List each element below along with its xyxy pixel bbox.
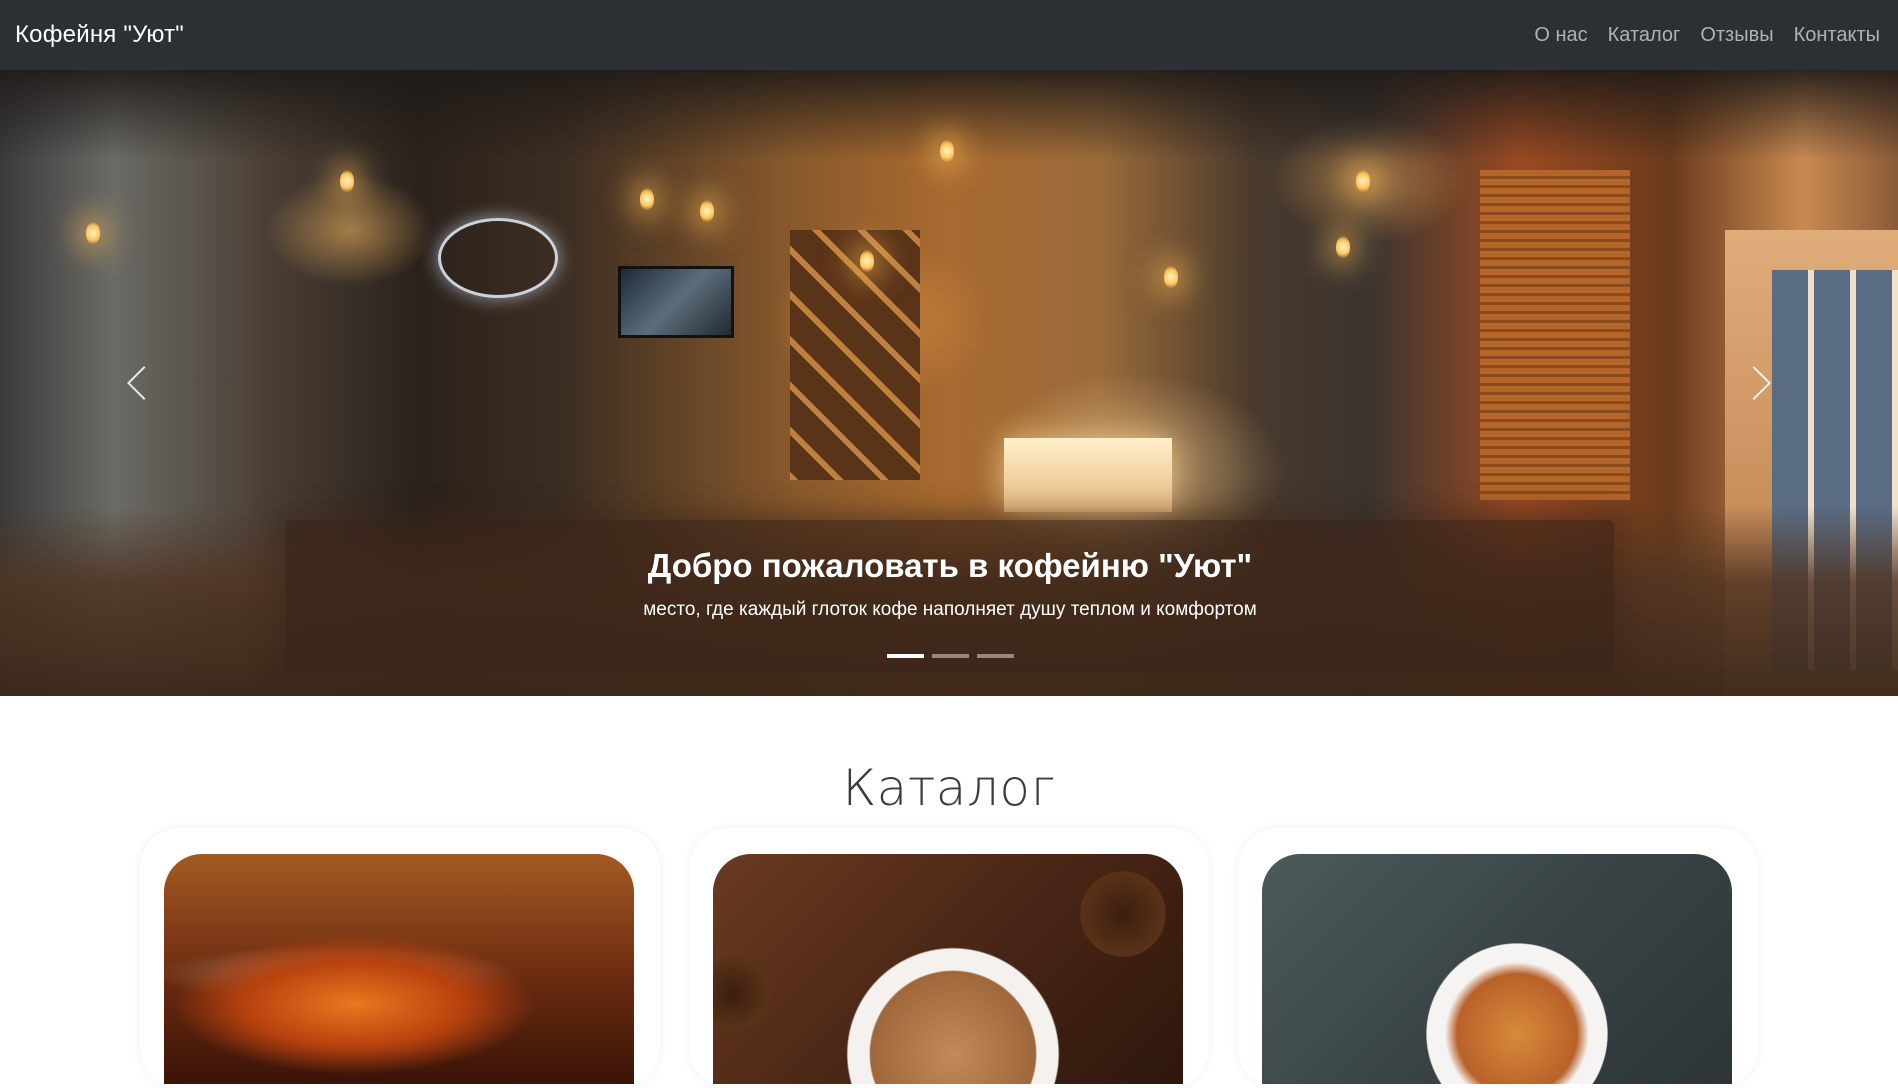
catalog-heading: Каталог <box>842 759 1056 817</box>
wine-shelf <box>790 230 920 480</box>
nav-link-reviews[interactable]: Отзывы <box>1690 24 1783 47</box>
window-blinds <box>1480 170 1630 500</box>
catalog-card-tea[interactable] <box>140 828 660 1088</box>
lamp-light <box>340 170 354 192</box>
chevron-right-icon <box>1737 366 1771 400</box>
lamp-light <box>860 250 874 272</box>
catalog-card-espresso[interactable] <box>1238 828 1758 1088</box>
brand-logo-link[interactable]: Кофейня "Уют" <box>15 21 184 49</box>
hero-subtitle: место, где каждый глоток кофе наполняет … <box>643 599 1257 620</box>
lamp-light <box>940 140 954 162</box>
lamp-light <box>1356 170 1370 192</box>
hero-carousel: Добро пожаловать в кофейню "Уют" место, … <box>0 70 1898 696</box>
carousel-prev-button[interactable] <box>70 70 210 696</box>
catalog-card-cappuccino[interactable] <box>689 828 1209 1088</box>
top-navbar: Кофейня "Уют" О нас Каталог Отзывы Конта… <box>0 0 1898 70</box>
lamp-light <box>1164 266 1178 288</box>
nav-link-about[interactable]: О нас <box>1524 24 1597 47</box>
nav-links: О нас Каталог Отзывы Контакты <box>1524 24 1882 47</box>
wall-tv <box>618 266 734 338</box>
chevron-left-icon <box>127 366 161 400</box>
cappuccino-image <box>713 854 1183 1084</box>
tea-cup-image <box>164 854 634 1084</box>
carousel-indicator-2[interactable] <box>931 654 969 658</box>
carousel-next-button[interactable] <box>1688 70 1828 696</box>
bar-counter <box>1004 438 1172 512</box>
lamp-light <box>1336 236 1350 258</box>
neon-sign <box>438 218 558 298</box>
hero-title: Добро пожаловать в кофейню "Уют" <box>647 547 1253 584</box>
lamp-light <box>700 200 714 222</box>
lamp-light <box>640 188 654 210</box>
espresso-image <box>1262 854 1732 1084</box>
nav-link-catalog[interactable]: Каталог <box>1598 24 1691 47</box>
carousel-indicator-3[interactable] <box>976 654 1014 658</box>
carousel-indicator-1[interactable] <box>886 654 924 658</box>
carousel-caption: Добро пожаловать в кофейню "Уют" место, … <box>286 520 1614 672</box>
nav-link-contacts[interactable]: Контакты <box>1784 24 1882 47</box>
carousel-indicators <box>286 654 1614 658</box>
